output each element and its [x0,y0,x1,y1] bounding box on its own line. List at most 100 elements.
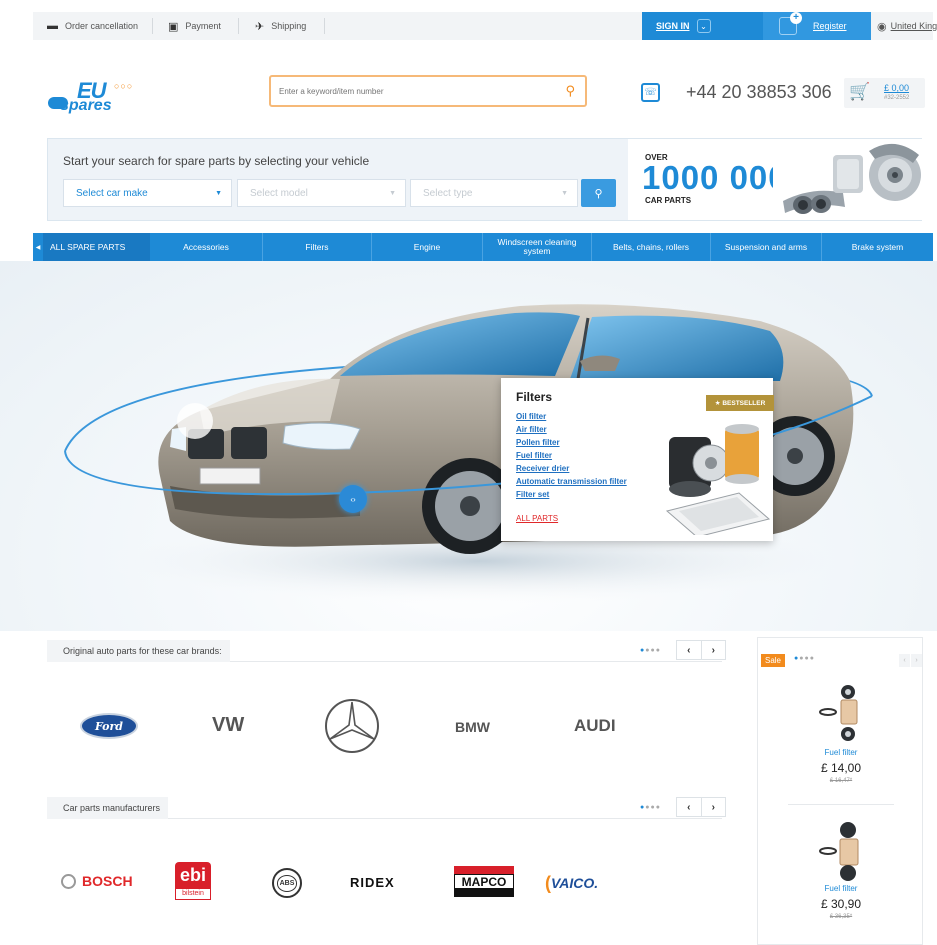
all-parts-link[interactable]: ALL PARTS [516,514,558,523]
shipping-link[interactable]: ✈ Shipping [255,12,306,40]
fuel-filter-link[interactable]: Fuel filter [516,449,627,462]
bestseller-label: BESTSELLER [722,399,766,407]
vehicle-search-button[interactable]: ⚲ [581,179,616,207]
pollen-filter-link[interactable]: Pollen filter [516,436,627,449]
bosch-logo[interactable]: BOSCH [61,873,133,889]
ridex-logo[interactable]: RIDEX [350,875,395,890]
search-icon[interactable]: ⚲ [565,83,575,99]
bmw-logo[interactable]: BMW [455,719,490,735]
wallet-icon: ▣ [168,20,179,33]
type-select[interactable]: Select type ▼ [410,179,578,207]
mercedes-logo-icon[interactable] [324,695,380,757]
nav-item-accessories[interactable]: Accessories [150,233,262,261]
nav-item-engine[interactable]: Engine [372,233,482,261]
fuel-filter-image [819,822,859,881]
mapco-top-stripe [454,866,514,874]
sale-carousel-arrows: ‹ › [899,654,922,667]
automatic-transmission-filter-link[interactable]: Automatic transmission filter [516,475,627,488]
phone-icon: ☏ [641,83,660,102]
car-parts-image [773,141,921,218]
model-placeholder: Select model [250,187,308,199]
carousel-dots[interactable]: ●●●● [794,655,815,662]
sale-badge: Sale [761,654,785,667]
promo-banner[interactable]: OVER 1000 000 CAR PARTS [628,139,922,220]
vw-logo[interactable]: VW [212,714,244,737]
mapco-bottom-stripe [454,889,514,897]
sign-in-button[interactable]: SIGN IN ⌄ [642,12,763,40]
car-make-select[interactable]: Select car make ▼ [63,179,232,207]
car-make-placeholder: Select car make [76,187,148,199]
divider [788,804,894,805]
cart-button[interactable]: 🛒 £ 0,00 #32-2552 [844,78,925,108]
filter-set-link[interactable]: Filter set [516,488,627,501]
nav-item-suspension-arms[interactable]: Suspension and arms [711,233,821,261]
model-select[interactable]: Select model ▼ [237,179,406,207]
brands-carousel-arrows: ‹ › [676,640,726,660]
caret-down-icon: ▼ [561,190,568,197]
filter-links: Oil filter Air filter Pollen filter Fuel… [516,410,627,501]
category-nav: ◀ ALL SPARE PARTS Accessories Filters En… [33,233,933,261]
promo-subtitle: CAR PARTS [645,196,692,205]
mapco-logo[interactable]: MAPCO [454,866,514,898]
nav-item-belts-chains-rollers[interactable]: Belts, chains, rollers [592,233,710,261]
audi-logo[interactable]: AUDI [574,716,616,736]
chevron-left-icon[interactable]: ‹ [677,641,702,659]
nav-left-arrow-icon[interactable]: ◀ [33,233,43,261]
country-selector[interactable]: ◉ United Kingdom ▼ [871,12,937,40]
product-old-price: £ 16,47* [829,778,853,784]
globe-icon: ◉ [877,20,887,33]
filters-popup: Filters ★ BESTSELLER Oil filter Air filt… [501,378,774,541]
register-label: Register [813,21,847,31]
chevron-right-icon[interactable]: › [702,641,726,659]
order-cancellation-label: Order cancellation [65,21,139,31]
nav-item-brake-system[interactable]: Brake system [822,233,933,261]
filters-product-image [665,424,771,535]
product-name[interactable]: Fuel filter [758,748,924,757]
shopping-cart-icon: 🛒 [849,82,871,101]
add-user-icon: + [779,12,802,35]
hotspot-marker[interactable]: ‹› [339,485,367,513]
chevron-left-icon[interactable]: ‹ [899,654,910,667]
carousel-dots[interactable]: ●●●● [640,647,661,654]
product-price: £ 14,00 [820,761,862,775]
chevron-right-icon[interactable]: › [911,654,922,667]
bestseller-badge: ★ BESTSELLER [706,395,774,411]
nav-item-all-spare-parts[interactable]: ALL SPARE PARTS [43,233,150,261]
ford-logo[interactable]: Ford [80,713,138,739]
nav-item-filters[interactable]: Filters [263,233,371,261]
product-price: £ 30,90 [820,897,862,911]
register-button[interactable]: + Register [763,12,871,40]
manufacturers-title: Car parts manufacturers [47,797,169,819]
receiver-drier-link[interactable]: Receiver drier [516,462,627,475]
promo-number: 1000 000 [642,159,788,196]
oil-filter-link[interactable]: Oil filter [516,410,627,423]
payment-link[interactable]: ▣ Payment [168,12,221,40]
febi-bilstein-logo[interactable]: ebi bilstein [175,862,211,900]
logo-spares-text: spares [60,97,112,114]
search-input[interactable] [271,86,541,96]
sale-panel: Sale ●●●● ‹ › Fuel filter £ 14,00 £ 16,4… [757,637,923,945]
payment-label: Payment [185,21,221,31]
abs-logo[interactable]: ABS [272,868,302,898]
carousel-dots[interactable]: ●●●● [640,804,661,811]
nav-item-windscreen-cleaning[interactable]: Windscreen cleaning system [483,233,591,261]
car-brands-title: Original auto parts for these car brands… [47,640,230,662]
top-utility-strip: ▬ Order cancellation ▣ Payment ✈ Shippin… [33,12,937,40]
mapco-label: MAPCO [454,874,514,889]
order-cancellation-link[interactable]: ▬ Order cancellation [47,12,138,40]
cart-amount: £ 0,00 [884,83,910,93]
chevron-left-icon[interactable]: ‹ [677,798,702,816]
vaico-logo[interactable]: ( VAICO. [545,874,598,892]
eu-spares-logo[interactable]: EU ○○○ spares [47,78,167,118]
ford-label: Ford [94,719,124,733]
chevron-right-icon[interactable]: › [702,798,726,816]
product-old-price: £ 36,35* [829,914,853,920]
logo-dots: ○○○ [114,81,134,91]
chevron-down-icon: ⌄ [696,19,711,33]
top-utility-bar: ▬ Order cancellation ▣ Payment ✈ Shippin… [0,0,937,50]
cart-code: #32-2552 [884,95,910,101]
vehicle-selector-title: Start your search for spare parts by sel… [63,154,370,168]
manufacturers-carousel-arrows: ‹ › [676,797,726,817]
product-name[interactable]: Fuel filter [758,884,924,893]
air-filter-link[interactable]: Air filter [516,423,627,436]
